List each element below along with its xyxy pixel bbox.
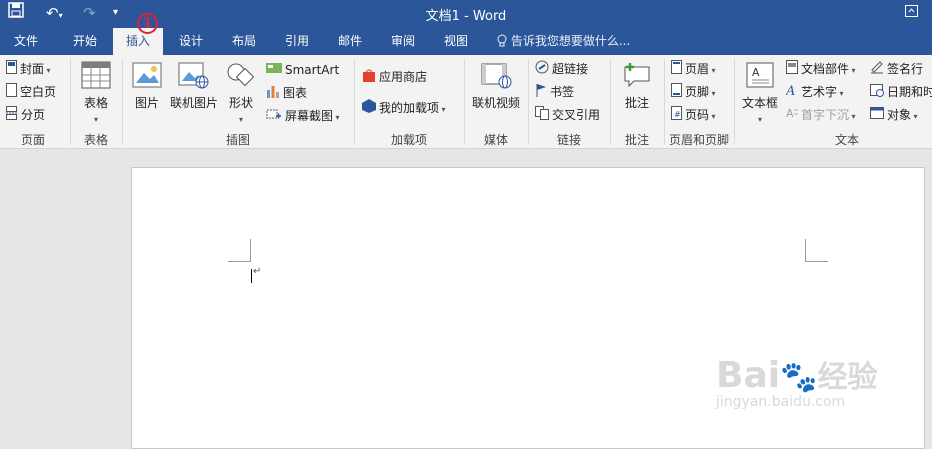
shapes-icon [225,63,257,92]
smartart-icon [266,61,282,81]
footer-icon [671,82,682,103]
shapes-button[interactable]: 形状 ▾ [222,61,260,125]
header-button[interactable]: 页眉 ▾ [671,59,716,79]
group-label-tables: 表格 [83,133,108,147]
svg-text:A: A [752,66,760,79]
online-picture-icon [178,62,210,92]
page-number-icon: # [671,105,682,126]
my-addins-button[interactable]: 我的加载项 ▾ [362,98,446,118]
group-label-illustrations: 插图 [225,133,250,147]
hyperlink-icon [535,60,549,80]
wordart-button[interactable]: A 艺术字 ▾ [785,82,844,103]
group-label-comments: 批注 [624,133,649,147]
blank-page-button[interactable]: 空白页 [6,82,56,102]
table-button[interactable]: 表格 ▾ [74,61,118,125]
blank-page-icon [6,82,17,103]
step-one-badge: 1 [137,13,158,34]
online-video-button[interactable]: 联机视频 [468,61,524,111]
group-label-pages: 页面 [20,133,45,147]
quick-parts-button[interactable]: 文档部件 ▾ [786,59,856,79]
lightbulb-icon [497,34,511,48]
cross-reference-icon [535,105,549,126]
ribbon-tabs: 文件 开始 插入 设计 布局 引用 邮件 审阅 视图 告诉我您想要做什么... [0,28,932,55]
paragraph-mark: ↵ [253,266,262,277]
margin-mark-right [805,239,828,262]
bookmark-button[interactable]: 书签 [535,82,574,102]
svg-text:#: # [674,110,681,119]
tab-references[interactable]: 引用 [272,28,322,55]
margin-mark-left [228,239,251,262]
store-button[interactable]: 应用商店 [362,67,427,87]
online-video-icon [480,63,512,92]
drop-cap-icon: A [786,106,798,126]
header-icon [671,59,682,80]
group-label-addins: 加载项 [390,133,427,147]
picture-icon [132,62,162,92]
object-button[interactable]: 对象 ▾ [870,105,918,125]
cross-reference-button[interactable]: 交叉引用 [535,105,600,125]
quick-parts-icon [786,59,798,80]
group-label-media: 媒体 [483,133,508,147]
footer-button[interactable]: 页脚 ▾ [671,82,716,102]
page-break-button[interactable]: 分页 [6,105,45,125]
screenshot-button[interactable]: 屏幕截图 ▾ [266,106,340,126]
group-label-header-footer: 页眉和页脚 [668,133,729,147]
page-number-button[interactable]: # 页码 ▾ [671,105,716,125]
wordart-icon: A [785,83,798,103]
tell-me-text: 告诉我您想要做什么... [510,34,631,48]
tab-view[interactable]: 视图 [431,28,481,55]
object-icon [870,106,884,126]
tab-file[interactable]: 文件 [0,28,52,55]
tab-layout[interactable]: 布局 [219,28,269,55]
tab-review[interactable]: 审阅 [378,28,428,55]
tab-insert[interactable]: 插入 [113,28,163,55]
chart-button[interactable]: 图表 [266,83,307,103]
tab-home[interactable]: 开始 [60,28,110,55]
watermark-url: jingyan.baidu.com [716,394,846,410]
signature-line-button[interactable]: 签名行 [870,59,923,79]
cover-page-button[interactable]: 封面 ▾ [6,59,51,79]
table-icon [81,61,111,92]
tab-mailings[interactable]: 邮件 [325,28,375,55]
svg-text:A: A [786,84,795,97]
signature-line-icon [870,60,884,80]
ribbon: 封面 ▾ 空白页 分页 页面 表格 ▾ 表格 图片 联机图片 形状 ▾ Smar… [0,55,932,149]
online-picture-button[interactable]: 联机图片 [168,61,220,111]
hyperlink-button[interactable]: 超链接 [535,59,588,79]
group-label-links: 链接 [556,133,581,147]
new-comment-icon [622,63,652,92]
text-cursor [251,269,252,283]
page-break-icon [6,105,18,126]
bookmark-icon [535,83,547,103]
chart-icon [266,84,280,104]
group-label-text: 文本 [834,133,859,147]
new-comment-button[interactable]: 批注 [616,61,658,111]
store-icon [362,68,376,88]
text-box-icon: A [745,62,775,92]
ribbon-display-options-icon[interactable] [905,2,918,24]
text-box-button[interactable]: A 文本框 ▾ [738,61,782,125]
smartart-button[interactable]: SmartArt [266,60,339,80]
cover-page-icon [6,59,17,80]
svg-text:A: A [786,107,794,120]
tell-me-box[interactable]: 告诉我您想要做什么... [497,28,630,55]
watermark-logo: Bai🐾经验 [716,355,878,396]
tab-design[interactable]: 设计 [166,28,216,55]
drop-cap-button: A 首字下沉 ▾ [786,105,856,125]
picture-button[interactable]: 图片 [128,61,166,111]
screenshot-icon [266,107,282,127]
my-addins-icon [362,98,376,119]
date-time-icon [870,83,884,103]
date-time-button[interactable]: 日期和时 [870,82,932,102]
